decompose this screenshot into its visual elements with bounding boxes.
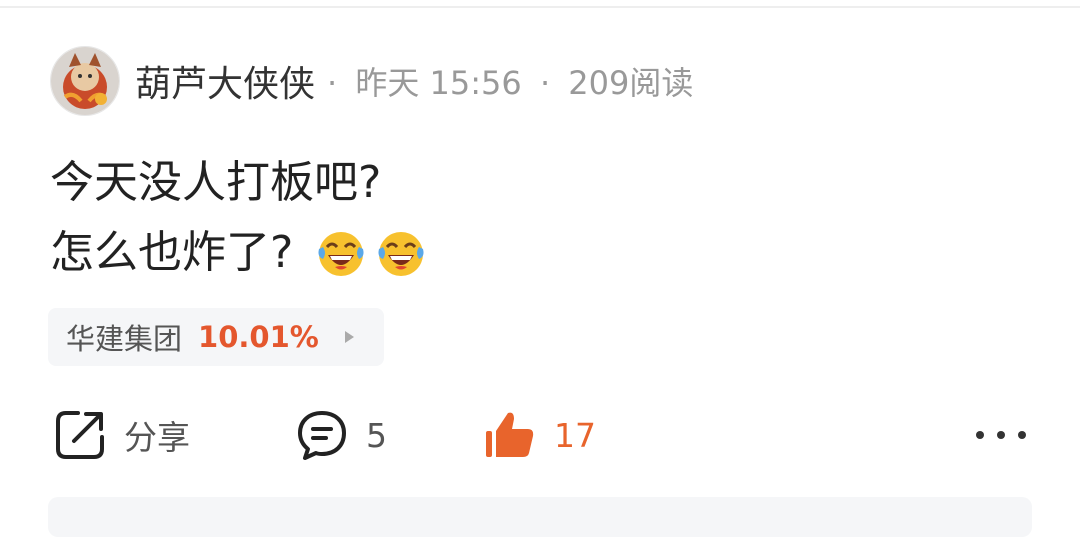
post-meta: · 昨天 15:56 · 209阅读 (327, 58, 693, 104)
comment-count: 5 (366, 415, 387, 455)
more-dot (976, 431, 984, 439)
post-line-with-emoji: 怎么也炸了? (50, 218, 427, 288)
more-dot (997, 431, 1005, 439)
stock-name: 华建集团 (66, 322, 183, 356)
author-name[interactable]: 葫芦大侠侠 (135, 55, 315, 107)
stock-tag[interactable]: 华建集团 10.01% (48, 308, 384, 366)
post-line: 今天没人打板吧? (50, 157, 382, 208)
post-date: 昨天 15:56 (355, 64, 522, 102)
post-header: 葫芦大侠侠 · 昨天 15:56 · 209阅读 (50, 46, 693, 116)
view-count: 209阅读 (568, 64, 694, 102)
tears-of-joy-emoji (318, 232, 364, 276)
like-button[interactable]: 17 (484, 405, 596, 465)
top-divider (0, 6, 1080, 8)
tears-of-joy-emoji (378, 232, 424, 276)
more-dot (1018, 431, 1026, 439)
like-count: 17 (554, 415, 596, 455)
stock-change: 10.01% (198, 320, 319, 354)
post-content[interactable]: 今天没人打板吧? 怎么也炸了? (50, 148, 427, 288)
action-bar: 分享 5 17 (0, 405, 1080, 465)
thumbs-up-icon (486, 412, 534, 457)
meta-separator: · (539, 64, 551, 102)
share-label: 分享 (124, 418, 190, 457)
post-line: 怎么也炸了? (50, 227, 294, 278)
comment-icon (298, 411, 346, 460)
comment-panel (48, 497, 1032, 537)
comment-button[interactable]: 5 (296, 405, 387, 465)
avatar[interactable] (50, 46, 120, 116)
chevron-right-icon (344, 331, 354, 343)
more-icon[interactable] (976, 421, 1026, 449)
share-button[interactable]: 分享 (54, 405, 190, 465)
meta-separator: · (327, 64, 338, 102)
share-icon (56, 411, 104, 459)
